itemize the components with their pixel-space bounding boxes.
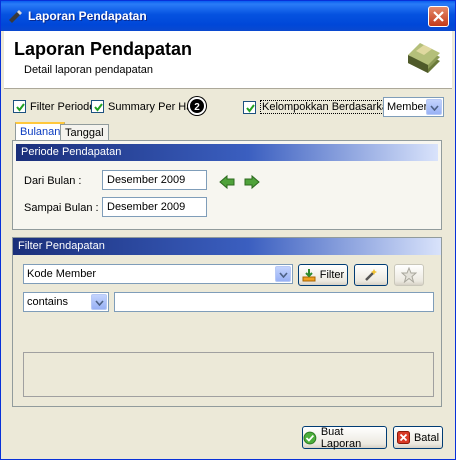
ok-check-icon bbox=[303, 431, 317, 444]
checkbox-box[interactable] bbox=[13, 100, 26, 113]
sampai-bulan-input[interactable]: Desember 2009 bbox=[102, 197, 207, 217]
tab-bulanan[interactable]: Bulanan bbox=[15, 122, 66, 142]
buat-laporan-label: Buat Laporan bbox=[320, 425, 362, 450]
operator-value: contains bbox=[27, 296, 68, 308]
dari-bulan-label: Dari Bulan : bbox=[24, 175, 82, 187]
filter-button-label: Filter bbox=[319, 269, 345, 281]
filter-field-value: Kode Member bbox=[27, 268, 97, 280]
buat-laporan-button[interactable]: Buat Laporan bbox=[302, 425, 387, 450]
filter-results-area bbox=[23, 352, 434, 397]
filter-periode-checkbox[interactable]: Filter Periode bbox=[13, 100, 95, 113]
sampai-bulan-label: Sampai Bulan : bbox=[24, 202, 99, 214]
filter-field-select[interactable]: Kode Member bbox=[23, 264, 293, 284]
page-title: Laporan Pendapatan bbox=[14, 39, 193, 59]
batal-label: Batal bbox=[413, 431, 440, 444]
filter-periode-label: Filter Periode bbox=[30, 100, 96, 113]
chevron-down-icon[interactable] bbox=[91, 294, 107, 310]
criteria-input[interactable] bbox=[114, 292, 434, 312]
star-icon bbox=[401, 267, 417, 283]
chevron-down-icon[interactable] bbox=[275, 266, 291, 282]
magic-wand-button[interactable] bbox=[354, 264, 388, 286]
filter-group-header: Filter Pendapatan bbox=[13, 238, 441, 255]
group-by-select[interactable]: Member bbox=[383, 97, 444, 117]
prev-arrow-icon[interactable] bbox=[219, 174, 235, 190]
periode-group-header: Periode Pendapatan bbox=[16, 144, 438, 161]
checkmark-icon bbox=[16, 103, 25, 112]
summary-per-hari-checkbox[interactable]: Summary Per Hari bbox=[91, 100, 198, 113]
batal-button[interactable]: Batal bbox=[393, 426, 443, 449]
title-bar[interactable]: Laporan Pendapatan bbox=[1, 1, 455, 31]
next-arrow-icon[interactable] bbox=[244, 174, 260, 190]
filter-button[interactable]: Filter bbox=[298, 264, 348, 286]
cancel-x-icon bbox=[396, 431, 410, 444]
page-subtitle: Detail laporan pendapatan bbox=[24, 64, 154, 76]
chevron-down-icon[interactable] bbox=[426, 99, 442, 115]
window-title: Laporan Pendapatan bbox=[28, 9, 147, 23]
checkbox-box[interactable] bbox=[243, 100, 256, 114]
group-by-value: Member bbox=[387, 101, 428, 113]
close-button[interactable] bbox=[428, 6, 449, 27]
filter-download-icon bbox=[302, 269, 316, 282]
tab-panel-bulanan: Periode Pendapatan Dari Bulan : Desember… bbox=[12, 140, 442, 230]
report-window: Laporan Pendapatan Laporan Pendapatan De… bbox=[0, 0, 456, 460]
summary-per-hari-label: Summary Per Hari bbox=[108, 100, 199, 113]
money-stack-icon bbox=[408, 43, 440, 73]
number-badge: 2 bbox=[188, 97, 206, 115]
operator-select[interactable]: contains bbox=[23, 292, 109, 312]
kelompokkan-label: Kelompokkan Berdasarkan : bbox=[260, 100, 403, 114]
favorite-button[interactable] bbox=[394, 264, 424, 286]
close-icon bbox=[433, 11, 444, 22]
dari-bulan-input[interactable]: Desember 2009 bbox=[102, 170, 207, 190]
checkmark-icon bbox=[246, 103, 255, 113]
kelompokkan-checkbox[interactable]: Kelompokkan Berdasarkan : bbox=[243, 100, 403, 114]
magic-wand-icon bbox=[365, 269, 377, 281]
header-panel: Laporan Pendapatan Detail laporan pendap… bbox=[4, 31, 452, 89]
app-icon bbox=[9, 10, 22, 23]
checkbox-box[interactable] bbox=[91, 100, 104, 113]
checkmark-icon bbox=[94, 103, 103, 112]
